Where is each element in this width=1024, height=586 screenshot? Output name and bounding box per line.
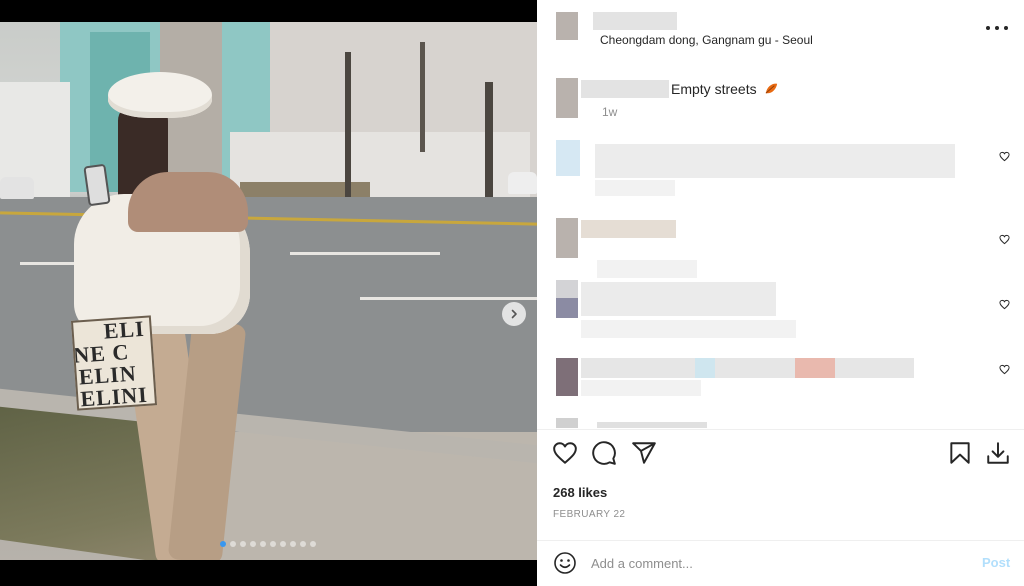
comment-meta [581,380,701,396]
carousel-dot [310,541,316,547]
comment-text [795,358,835,378]
post-header: Cheongdam dong, Gangnam gu - Seoul [537,0,1024,60]
tree [345,52,351,202]
tote-bag: ELI NE C ELIN ELINI [70,315,158,411]
road-line [290,252,440,255]
carousel-next-button[interactable] [502,302,526,326]
carousel-dot [230,541,236,547]
comment-avatar [556,298,578,318]
carousel-dot [240,541,246,547]
comment-meta [581,320,796,338]
carousel-dot [270,541,276,547]
post-comment-button[interactable]: Post [982,555,1010,570]
carousel-dot [290,541,296,547]
more-icon [986,26,990,30]
road-line [360,297,537,300]
likes-count[interactable]: 268 likes [553,485,607,500]
comment-text [695,358,715,378]
comment-username [581,220,676,238]
carousel-dot [280,541,286,547]
post-media: ELI NE C ELIN ELINI [0,0,537,586]
comment-text [597,422,707,428]
chevron-right-icon [511,309,517,319]
bag-text: ELINI [79,381,149,411]
more-icon [1004,26,1008,30]
car [0,177,34,199]
comment-meta [597,260,697,278]
car [508,172,537,194]
comment-avatar[interactable] [556,358,578,396]
comment-avatar[interactable] [556,280,578,300]
divider [537,429,1024,430]
more-icon [995,26,999,30]
bookmark-icon[interactable] [947,440,973,466]
carousel-dot [250,541,256,547]
comment-text [595,144,955,178]
post-sidebar: Cheongdam dong, Gangnam gu - Seoul Empty… [537,0,1024,586]
comment-like-icon[interactable] [999,299,1010,310]
comment-like-icon[interactable] [999,151,1010,162]
comment-avatar[interactable] [556,418,578,428]
comment-like-icon[interactable] [999,234,1010,245]
person-hat [108,72,212,118]
caption-avatar[interactable] [556,78,578,118]
fallen-leaf-emoji-icon [766,83,778,94]
post-actions [537,440,1024,472]
comment-form: Post [537,541,1024,586]
comment-avatar[interactable] [556,218,578,258]
comment-avatar[interactable] [556,140,580,176]
download-icon[interactable] [985,440,1011,466]
post-location[interactable]: Cheongdam dong, Gangnam gu - Seoul [600,33,813,47]
carousel-indicator [220,541,316,547]
comment-like-icon[interactable] [999,364,1010,375]
caption-text: Empty streets [671,81,779,97]
carousel-dot [300,541,306,547]
heart-icon[interactable] [552,440,578,466]
caption-time: 1w [602,105,618,119]
comment-meta [595,180,675,196]
author-username[interactable] [593,12,677,30]
comment-input[interactable] [591,553,961,573]
carousel-dot [260,541,266,547]
caption-label: Empty streets [671,81,757,97]
comment-icon[interactable] [591,440,617,466]
post-photo[interactable]: ELI NE C ELIN ELINI [0,22,537,560]
more-options-button[interactable] [986,20,1008,36]
carousel-dot [220,541,226,547]
author-avatar[interactable] [556,12,578,40]
tree [420,42,425,152]
caption-username[interactable] [581,80,669,98]
share-icon[interactable] [631,440,657,466]
comment-text [581,358,914,378]
emoji-icon[interactable] [553,551,577,575]
post-date: FEBRUARY 22 [553,509,626,520]
person-hood [128,172,248,232]
comment-text [581,282,776,316]
